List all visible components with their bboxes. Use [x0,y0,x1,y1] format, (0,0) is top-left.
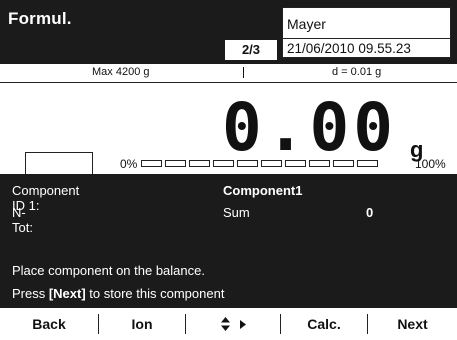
progress-bar [141,160,378,167]
progress-max-label: 100% [415,157,446,171]
datetime: 21/06/2010 09.55.23 [287,41,411,56]
progress-segment [141,160,162,167]
instruction-prefix: Press [12,286,49,301]
user-name: Mayer [287,16,326,32]
sum-label: Sum [223,205,250,220]
app-title: Formul. [8,9,72,28]
progress-segment [357,160,378,167]
progress-segment [309,160,330,167]
back-button[interactable]: Back [0,308,98,340]
balance-screen: Formul. 2/3 Mayer 21/06/2010 09.55.23 Ma… [0,0,457,340]
progress-min-label: 0% [120,157,138,171]
instruction-suffix: to store this component [85,286,225,301]
header-bar: Formul. 2/3 Mayer 21/06/2010 09.55.23 [0,0,457,64]
navigation-button[interactable] [186,308,280,340]
info-panel: Component ID 1: Component1 N-Tot: Sum 0 … [0,174,457,308]
user-info-box: Mayer 21/06/2010 09.55.23 [282,7,451,58]
progress-segment [237,160,258,167]
softkey-bar: Back Ion Calc. Next [0,308,457,340]
info-divider [283,38,450,39]
calc-button[interactable]: Calc. [281,308,367,340]
ion-button[interactable]: Ion [99,308,185,340]
progress-segment [213,160,234,167]
tare-indicator-box [25,152,93,174]
scale-tick [243,67,244,78]
progress-segment [165,160,186,167]
scale-info-row: Max 4200 g d = 0.01 g [0,64,457,83]
progress-segment [261,160,282,167]
right-arrow-icon [239,319,246,329]
resolution: d = 0.01 g [332,66,382,78]
progress-segment [189,160,210,167]
page-indicator: 2/3 [225,40,277,60]
progress-segment [285,160,306,167]
weight-value: 0.00 [222,89,397,166]
instruction-line-1: Place component on the balance. [12,263,205,278]
sum-value: 0 [366,205,374,220]
component-value: Component1 [223,183,303,198]
ntot-label: N-Tot: [12,205,33,235]
navigation-icons [220,317,246,331]
instruction-line-2: Press [Next] to store this component [12,286,224,301]
next-button[interactable]: Next [368,308,457,340]
progress-segment [333,160,354,167]
instruction-key: [Next] [48,286,86,301]
up-down-arrows-icon [220,317,230,331]
max-capacity: Max 4200 g [92,66,150,78]
